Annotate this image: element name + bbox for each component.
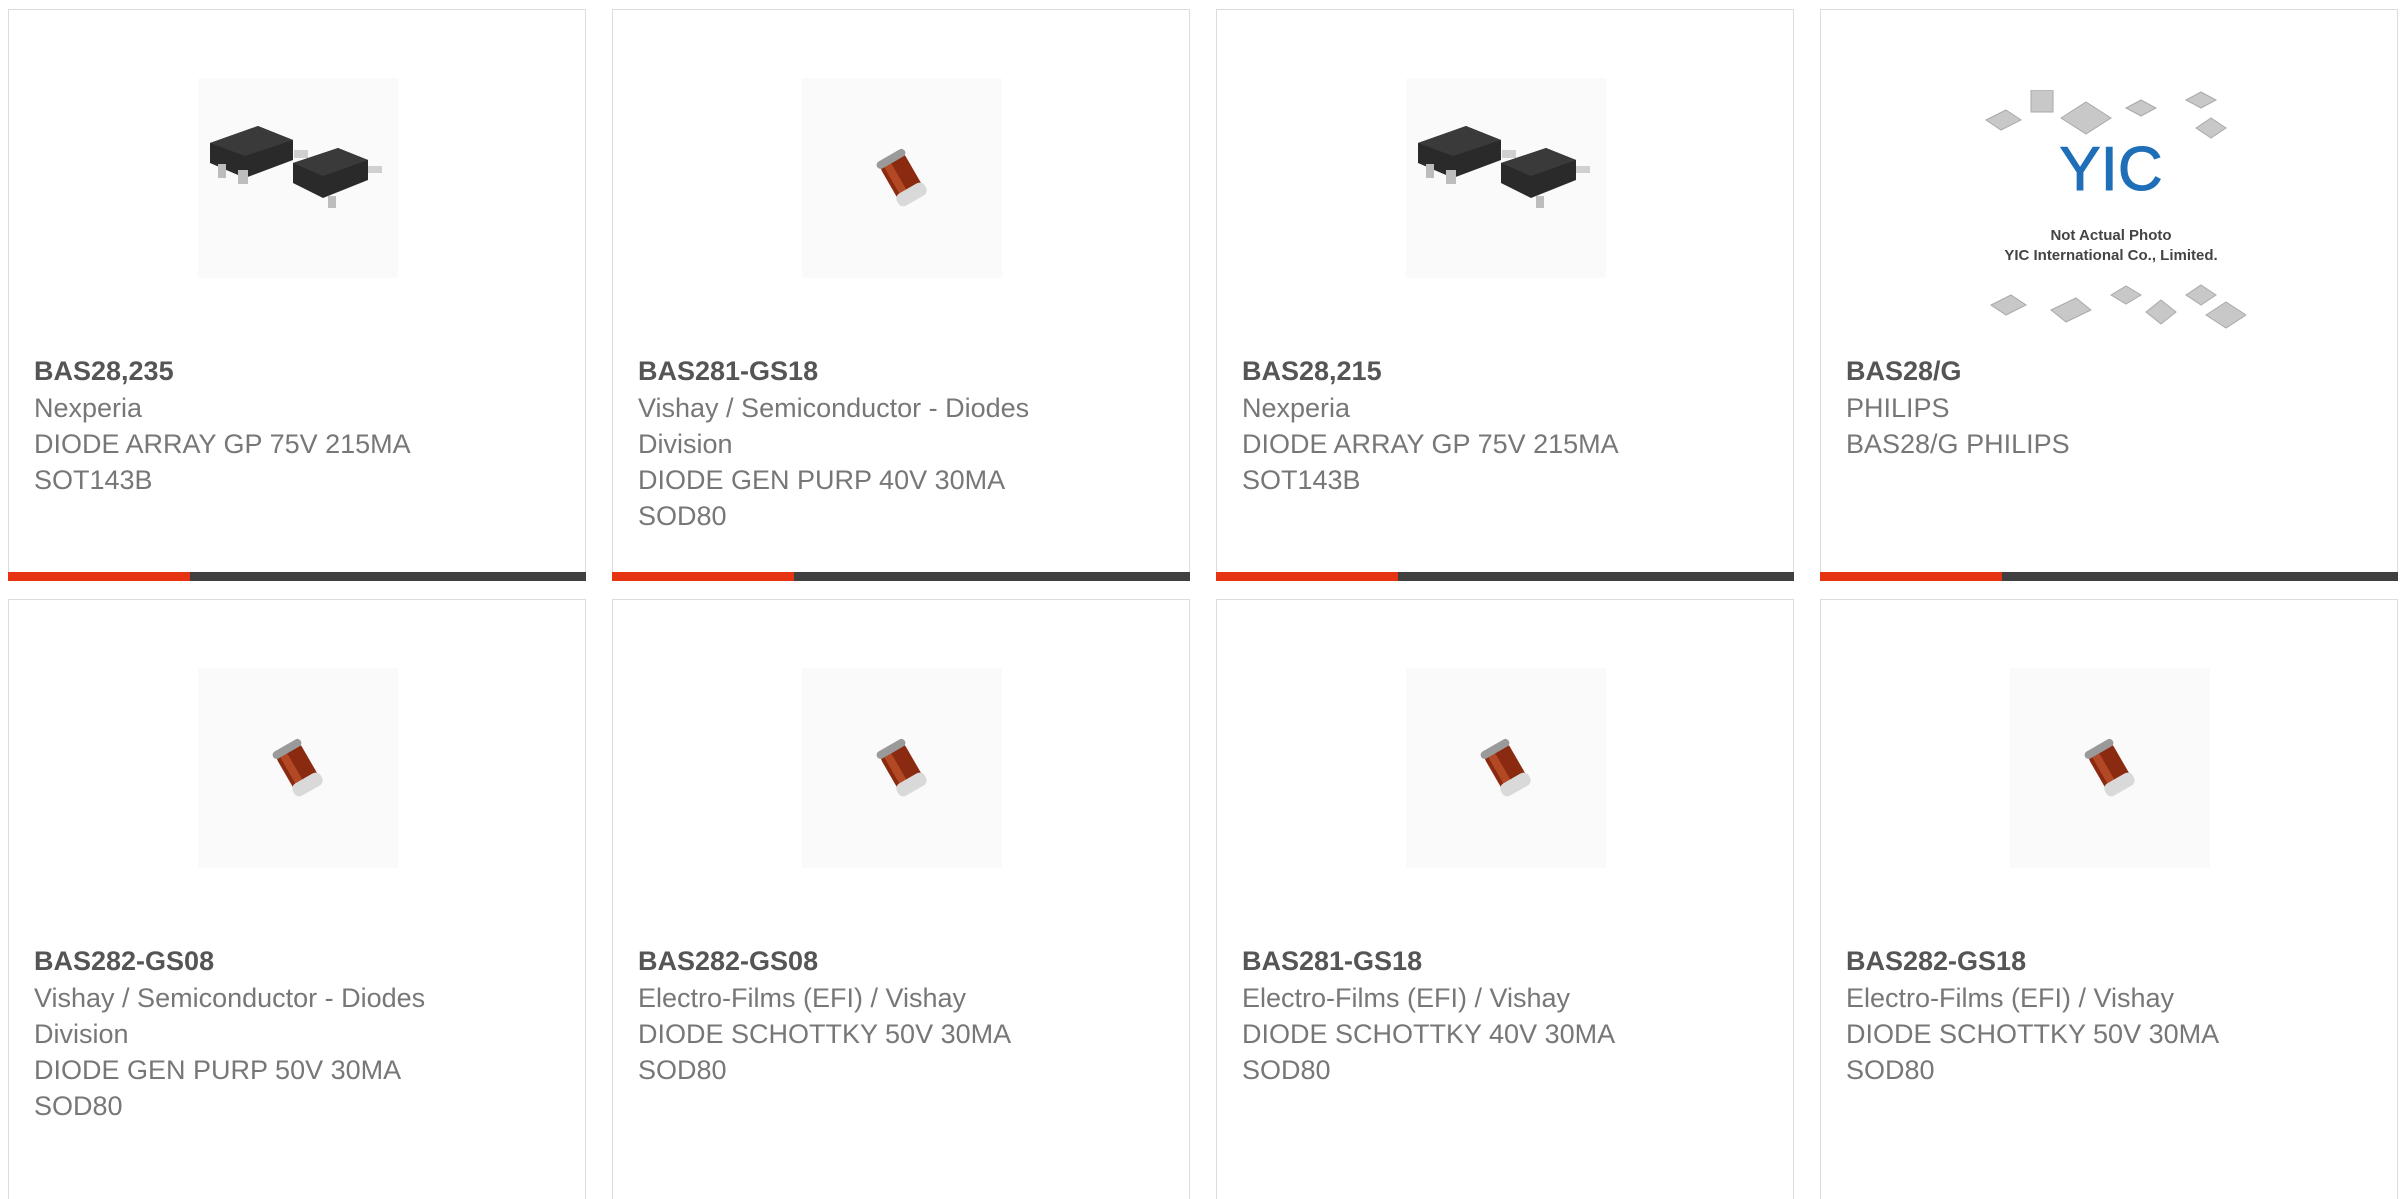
- part-number[interactable]: BAS282-GS18: [1846, 942, 2377, 980]
- part-number[interactable]: BAS282-GS08: [638, 942, 1169, 980]
- manufacturer: Nexperia: [1242, 393, 1351, 423]
- part-number[interactable]: BAS28,235: [34, 352, 565, 390]
- manufacturer: Vishay / Semiconductor - Diodes: [34, 983, 426, 1013]
- card-footer-bar: [1216, 572, 1794, 581]
- card-footer-bar: [612, 572, 1190, 581]
- product-info: BAS28,215 Nexperia DIODE ARRAY GP 75V 215M…: [1242, 352, 1773, 498]
- product-info: BAS28,235 Nexperia DIODE ARRAY GP 75V 215M…: [34, 352, 565, 498]
- description-line: SOT143B: [1242, 465, 1361, 495]
- product-card[interactable]: BAS282-GS18 Electro-Films (EFI) / Vishay D…: [1820, 599, 2398, 1199]
- product-info: BAS281-GS18 Vishay / Semiconductor - Diod…: [638, 352, 1169, 534]
- description-line: Division: [638, 429, 733, 459]
- description-line: Division: [34, 1019, 129, 1049]
- description-line: DIODE SCHOTTKY 40V 30MA: [1242, 1019, 1616, 1049]
- description-line: SOD80: [1242, 1055, 1331, 1085]
- description-line: DIODE ARRAY GP 75V 215MA: [34, 429, 411, 459]
- sod80-diode-icon[interactable]: [198, 668, 398, 868]
- part-number[interactable]: BAS282-GS08: [34, 942, 565, 980]
- part-number[interactable]: BAS28/G: [1846, 352, 2377, 390]
- description-line: DIODE GEN PURP 40V 30MA: [638, 465, 1006, 495]
- part-number[interactable]: BAS281-GS18: [638, 352, 1169, 390]
- sot143-package-icon[interactable]: [198, 78, 398, 278]
- placeholder-photo[interactable]: YIC Not Actual Photo YIC International Co.…: [1976, 90, 2246, 335]
- description-line: SOD80: [34, 1091, 123, 1121]
- description-line: SOD80: [638, 501, 727, 531]
- svg-text:YIC: YIC: [2059, 135, 2162, 204]
- svg-text:YIC International Co., Limited: YIC International Co., Limited.: [2004, 247, 2217, 264]
- manufacturer: Vishay / Semiconductor - Diodes: [638, 393, 1030, 423]
- description-line: SOD80: [1846, 1055, 1935, 1085]
- manufacturer: Electro-Films (EFI) / Vishay: [1846, 983, 2175, 1013]
- description-line: DIODE SCHOTTKY 50V 30MA: [638, 1019, 1012, 1049]
- svg-text:Not Actual Photo: Not Actual Photo: [2050, 227, 2171, 244]
- product-card[interactable]: YIC Not Actual Photo YIC International Co.…: [1820, 9, 2398, 581]
- description-line: BAS28/G PHILIPS: [1846, 429, 2070, 459]
- manufacturer: Nexperia: [34, 393, 143, 423]
- product-card[interactable]: BAS281-GS18 Electro-Films (EFI) / Vishay D…: [1216, 599, 1794, 1199]
- card-accent-bar: [1216, 572, 1398, 581]
- description-line: SOD80: [638, 1055, 727, 1085]
- sod80-diode-icon[interactable]: [802, 78, 1002, 278]
- sod80-diode-icon[interactable]: [802, 668, 1002, 868]
- product-info: BAS282-GS18 Electro-Films (EFI) / Vishay D…: [1846, 942, 2377, 1088]
- sod80-diode-icon[interactable]: [1406, 668, 1606, 868]
- card-accent-bar: [1820, 572, 2002, 581]
- manufacturer: PHILIPS: [1846, 393, 1950, 423]
- sot143-package-icon[interactable]: [1406, 78, 1606, 278]
- product-info: BAS28/G PHILIPS BAS28/G PHILIPS: [1846, 352, 2377, 462]
- sod80-diode-icon[interactable]: [2010, 668, 2210, 868]
- card-footer-bar: [1820, 572, 2398, 581]
- card-accent-bar: [8, 572, 190, 581]
- product-card[interactable]: BAS28,215 Nexperia DIODE ARRAY GP 75V 215M…: [1216, 9, 1794, 581]
- card-footer-bar: [8, 572, 586, 581]
- description-line: DIODE ARRAY GP 75V 215MA: [1242, 429, 1619, 459]
- manufacturer: Electro-Films (EFI) / Vishay: [638, 983, 967, 1013]
- manufacturer: Electro-Films (EFI) / Vishay: [1242, 983, 1571, 1013]
- product-card[interactable]: BAS282-GS08 Electro-Films (EFI) / Vishay D…: [612, 599, 1190, 1199]
- card-accent-bar: [612, 572, 794, 581]
- product-info: BAS282-GS08 Vishay / Semiconductor - Diod…: [34, 942, 565, 1124]
- product-card[interactable]: BAS282-GS08 Vishay / Semiconductor - Diod…: [8, 599, 586, 1199]
- product-info: BAS282-GS08 Electro-Films (EFI) / Vishay D…: [638, 942, 1169, 1088]
- description-line: DIODE GEN PURP 50V 30MA: [34, 1055, 402, 1085]
- product-info: BAS281-GS18 Electro-Films (EFI) / Vishay D…: [1242, 942, 1773, 1088]
- part-number[interactable]: BAS28,215: [1242, 352, 1773, 390]
- part-number[interactable]: BAS281-GS18: [1242, 942, 1773, 980]
- description-line: SOT143B: [34, 465, 153, 495]
- description-line: DIODE SCHOTTKY 50V 30MA: [1846, 1019, 2220, 1049]
- product-card[interactable]: BAS281-GS18 Vishay / Semiconductor - Diod…: [612, 9, 1190, 581]
- product-card[interactable]: BAS28,235 Nexperia DIODE ARRAY GP 75V 215M…: [8, 9, 586, 581]
